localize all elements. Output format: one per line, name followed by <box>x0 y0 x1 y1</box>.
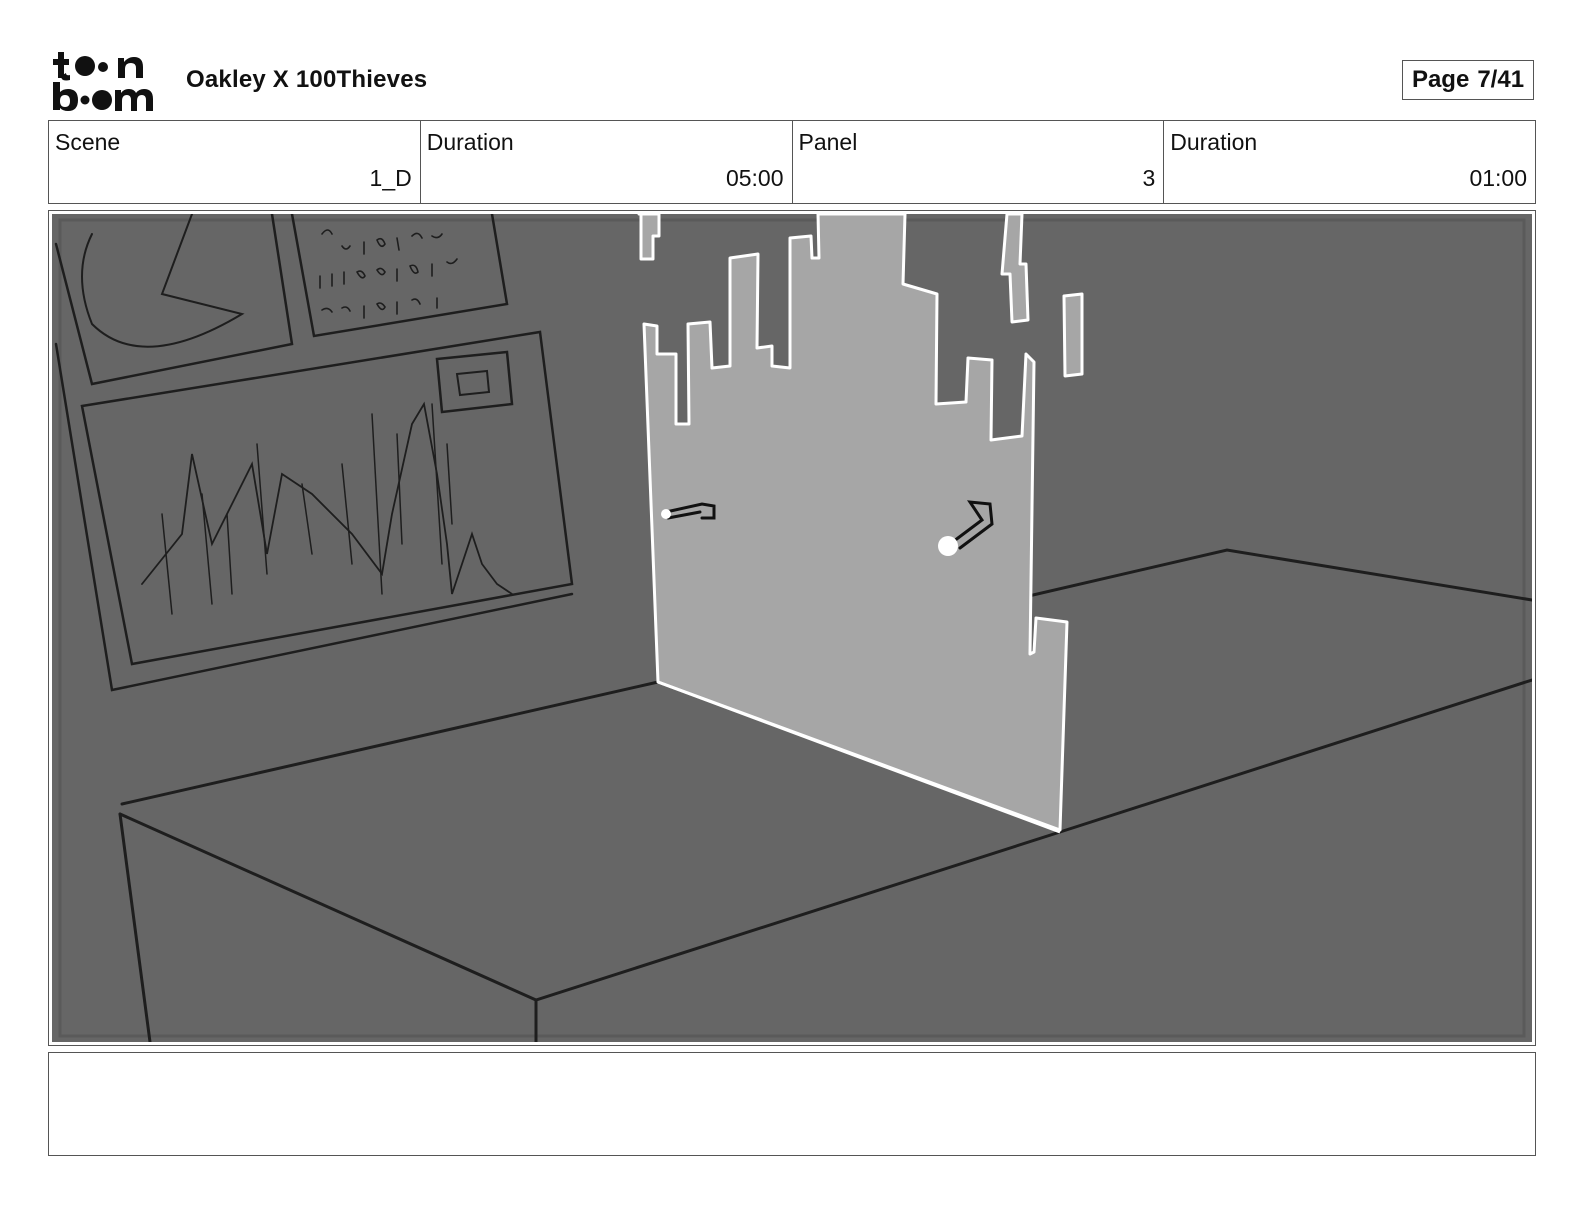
logo-bottom-row <box>53 82 153 111</box>
scene-value: 1_D <box>369 165 412 191</box>
panel-duration-cell: Duration 01:00 <box>1164 121 1535 203</box>
scene-label: Scene <box>55 129 121 155</box>
panel-label: Panel <box>798 129 858 155</box>
panel-info-table: Scene 1_D Duration 05:00 Panel 3 Duratio… <box>48 120 1536 204</box>
scene-duration-cell: Duration 05:00 <box>421 121 793 203</box>
logo-top-row <box>53 52 143 81</box>
scene-cell: Scene 1_D <box>49 121 421 203</box>
storyboard-sketch <box>52 214 1532 1042</box>
panel-duration-label: Duration <box>1170 129 1258 155</box>
panel-duration-value: 01:00 <box>1469 165 1527 191</box>
page-indicator: Page 7/41 <box>1402 60 1534 100</box>
toon-boom-logo <box>53 52 153 111</box>
panel-cell: Panel 3 <box>793 121 1165 203</box>
panel-notes-box <box>48 1052 1536 1156</box>
project-title: Oakley X 100Thieves <box>186 66 428 93</box>
scene-duration-label: Duration <box>426 129 514 155</box>
scene-duration-value: 05:00 <box>725 165 784 191</box>
panel-value: 3 <box>1142 165 1156 191</box>
page-label: Page <box>1411 66 1470 93</box>
storyboard-panel-frame <box>48 210 1536 1046</box>
page-number: 7/41 <box>1477 66 1525 93</box>
